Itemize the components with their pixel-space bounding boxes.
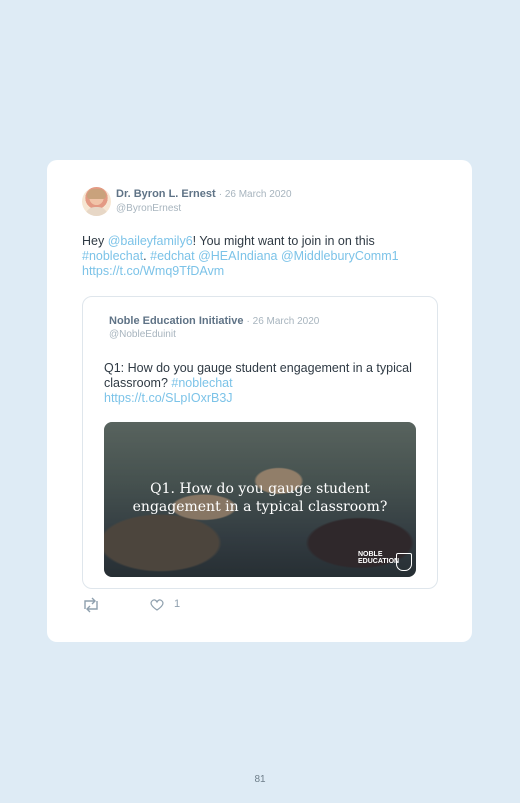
image-caption: Q1. How do you gauge student engagement … <box>132 481 388 515</box>
quoted-text: Q1: How do you gauge student engagement … <box>104 361 412 405</box>
quoted-url[interactable]: https://t.co/SLpIOxrB3J <box>104 391 233 405</box>
quoted-author-name[interactable]: Noble Education Initiative <box>109 315 243 327</box>
mention-link[interactable]: @MiddleburyComm1 <box>281 249 399 263</box>
quoted-date: · 26 March 2020 <box>246 316 320 327</box>
hashtag-link[interactable]: #edchat <box>150 249 194 263</box>
retweet-icon[interactable] <box>82 597 100 613</box>
hashtag-link[interactable]: #noblechat <box>171 376 232 390</box>
shield-icon <box>396 553 412 571</box>
author-line: Dr. Byron L. Ernest · 26 March 2020 <box>116 188 292 200</box>
quoted-image[interactable]: Q1. How do you gauge student engagement … <box>104 422 416 577</box>
quoted-tweet[interactable]: Noble Education Initiative · 26 March 20… <box>82 296 438 589</box>
mention-link[interactable]: @HEAIndiana <box>198 249 277 263</box>
tweet-card: Dr. Byron L. Ernest · 26 March 2020 @Byr… <box>47 160 472 642</box>
like-count: 1 <box>174 598 181 610</box>
quoted-handle[interactable]: @NobleEduinit <box>109 329 176 340</box>
avatar[interactable] <box>82 187 111 216</box>
author-name[interactable]: Dr. Byron L. Ernest <box>116 188 216 200</box>
mention-link[interactable]: @baileyfamily6 <box>108 234 193 248</box>
hashtag-link[interactable]: #noblechat <box>82 249 143 263</box>
quoted-author-line: Noble Education Initiative · 26 March 20… <box>109 315 319 327</box>
page-number: 81 <box>254 774 266 785</box>
tweet-url[interactable]: https://t.co/Wmq9TfDAvm <box>82 264 224 278</box>
tweet-date: · 26 March 2020 <box>218 189 292 200</box>
author-handle[interactable]: @ByronErnest <box>116 203 181 214</box>
noble-logo: NOBLE EDUCATION <box>358 551 412 573</box>
tweet-text: Hey @baileyfamily6! You might want to jo… <box>82 234 399 278</box>
heart-icon[interactable] <box>150 598 164 612</box>
